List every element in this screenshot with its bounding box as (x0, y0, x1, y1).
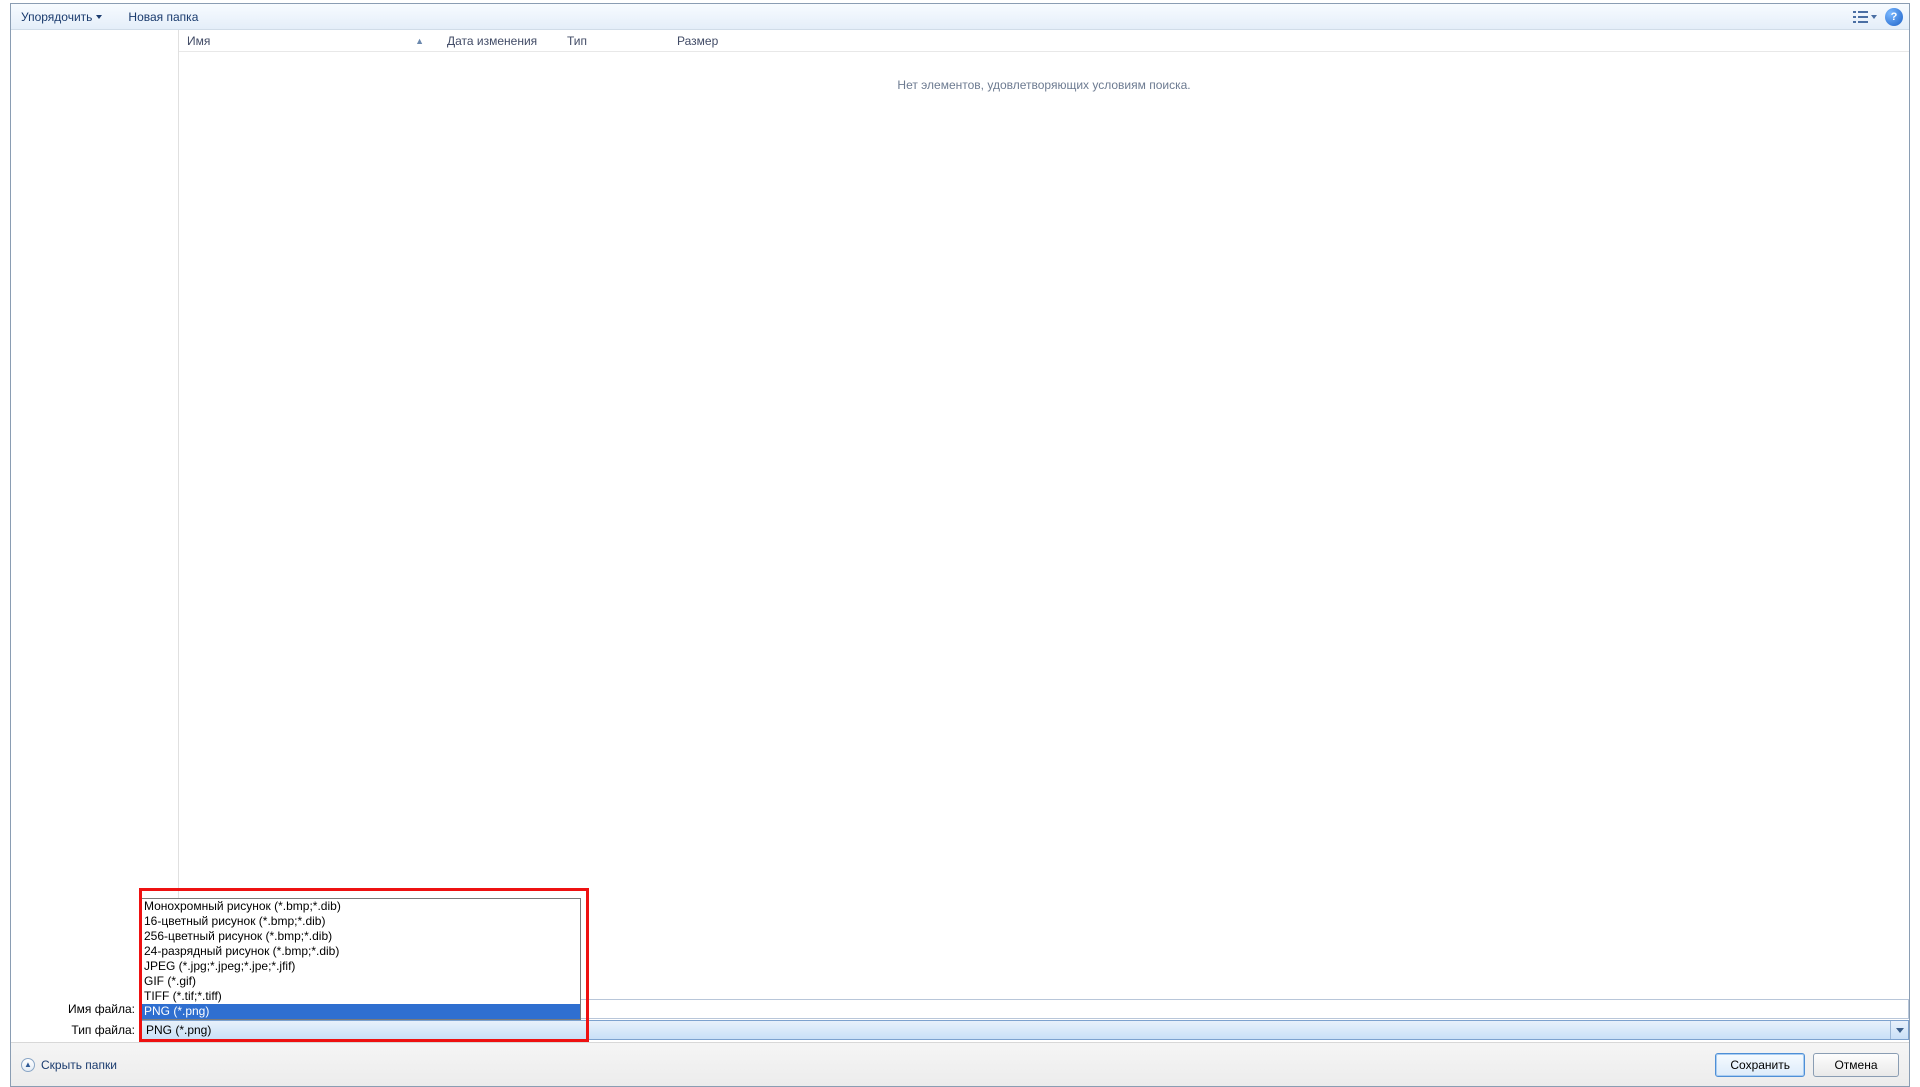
file-type-option[interactable]: 16-цветный рисунок (*.bmp;*.dib) (142, 914, 580, 929)
column-type-label: Тип (567, 34, 587, 48)
dialog-footer: ▲ Скрыть папки Сохранить Отмена (11, 1042, 1909, 1086)
organize-label: Упорядочить (21, 10, 92, 24)
cancel-button-label: Отмена (1834, 1058, 1877, 1072)
column-header-name[interactable]: Имя ▲ (179, 30, 439, 51)
navigation-pane[interactable] (11, 30, 179, 1036)
save-dialog: Упорядочить Новая папка ? (10, 3, 1910, 1087)
new-folder-button[interactable]: Новая папка (124, 8, 202, 26)
hide-folders-label: Скрыть папки (41, 1058, 117, 1072)
file-type-option[interactable]: PNG (*.png) (142, 1004, 580, 1019)
help-icon: ? (1891, 11, 1898, 23)
help-button[interactable]: ? (1885, 8, 1903, 26)
save-button[interactable]: Сохранить (1715, 1053, 1805, 1077)
view-mode-button[interactable] (1851, 7, 1879, 27)
file-type-option[interactable]: GIF (*.gif) (142, 974, 580, 989)
organize-button[interactable]: Упорядочить (17, 8, 106, 26)
column-headers: Имя ▲ Дата изменения Тип Размер (179, 30, 1909, 52)
chevron-up-icon: ▲ (24, 1060, 32, 1069)
file-type-row: Тип файла: PNG (*.png) (11, 1020, 1909, 1040)
save-button-label: Сохранить (1730, 1058, 1790, 1072)
empty-folder-message: Нет элементов, удовлетворяющих условиям … (179, 78, 1909, 92)
file-type-dropdown-list[interactable]: Монохромный рисунок (*.bmp;*.dib)16-цвет… (141, 898, 581, 1020)
file-type-selected-value: PNG (*.png) (146, 1023, 211, 1037)
file-name-label: Имя файла: (11, 1002, 141, 1016)
hide-folders-toggle[interactable]: ▲ (21, 1058, 35, 1072)
file-type-label: Тип файла: (11, 1023, 141, 1037)
new-folder-label: Новая папка (128, 10, 198, 24)
file-type-combobox[interactable]: PNG (*.png) (141, 1020, 1909, 1040)
caret-down-icon (1896, 1028, 1904, 1033)
column-size-label: Размер (677, 34, 718, 48)
file-type-option[interactable]: Монохромный рисунок (*.bmp;*.dib) (142, 899, 580, 914)
column-header-size[interactable]: Размер (669, 30, 759, 51)
cancel-button[interactable]: Отмена (1813, 1053, 1899, 1077)
file-type-option[interactable]: 256-цветный рисунок (*.bmp;*.dib) (142, 929, 580, 944)
sort-asc-icon: ▲ (415, 36, 430, 46)
footer-right: Сохранить Отмена (1715, 1053, 1899, 1077)
dialog-body: Имя ▲ Дата изменения Тип Размер Нет элем… (11, 30, 1909, 1036)
toolbar-right: ? (1851, 7, 1903, 27)
column-date-label: Дата изменения (447, 34, 537, 48)
file-type-option[interactable]: 24-разрядный рисунок (*.bmp;*.dib) (142, 944, 580, 959)
file-type-option[interactable]: JPEG (*.jpg;*.jpeg;*.jpe;*.jfif) (142, 959, 580, 974)
footer-left: ▲ Скрыть папки (21, 1058, 117, 1072)
content-pane: Имя ▲ Дата изменения Тип Размер Нет элем… (179, 30, 1909, 1036)
combobox-caret[interactable] (1890, 1021, 1908, 1039)
toolbar: Упорядочить Новая папка ? (11, 4, 1909, 30)
list-view-icon (1853, 10, 1869, 24)
toolbar-left: Упорядочить Новая папка (17, 8, 202, 26)
column-header-date[interactable]: Дата изменения (439, 30, 559, 51)
caret-down-icon (1871, 15, 1877, 19)
column-header-type[interactable]: Тип (559, 30, 669, 51)
caret-down-icon (96, 15, 102, 19)
column-name-label: Имя (187, 34, 210, 48)
file-type-option[interactable]: TIFF (*.tif;*.tiff) (142, 989, 580, 1004)
